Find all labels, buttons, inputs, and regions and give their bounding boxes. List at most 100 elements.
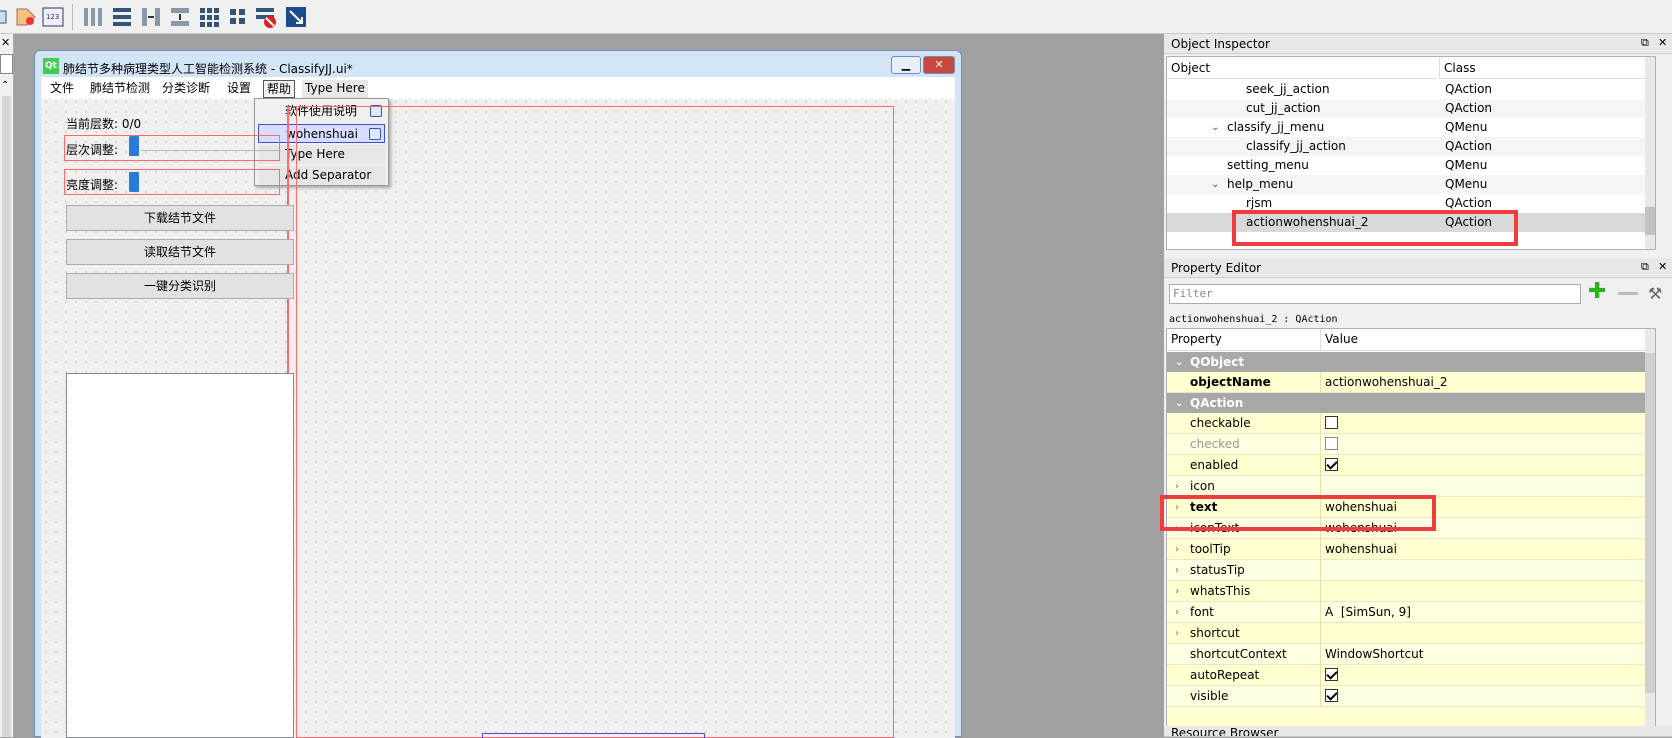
property-value[interactable]: wohenshuai (1320, 539, 1397, 560)
brightness-slider[interactable] (129, 172, 139, 192)
checkable-checkbox[interactable] (1325, 416, 1338, 429)
dock-filter-input[interactable] (0, 54, 13, 74)
property-row[interactable]: checked (1167, 434, 1655, 455)
close-button[interactable]: ✕ (923, 56, 955, 74)
property-row[interactable]: enabled (1167, 455, 1655, 476)
minimize-button[interactable]: ▁ (891, 56, 921, 74)
property-value[interactable] (1320, 476, 1325, 497)
property-value[interactable] (1320, 623, 1325, 644)
tree-row[interactable]: classify_jj_action QAction (1167, 137, 1655, 156)
property-value[interactable] (1320, 434, 1338, 455)
property-name: font (1190, 605, 1214, 619)
selected-widget-outline[interactable] (482, 733, 705, 738)
layout-vertical-icon[interactable] (110, 5, 134, 29)
property-value[interactable]: WindowShortcut (1320, 644, 1423, 665)
property-row-partial[interactable] (1167, 707, 1655, 728)
close-icon[interactable]: ✕ (1, 36, 10, 49)
chevron-right-icon[interactable]: › (1175, 476, 1179, 497)
object-column-header[interactable]: Object (1167, 57, 1437, 79)
group-row-qobject[interactable]: ⌄ QObject (1167, 352, 1655, 373)
property-value[interactable] (1320, 686, 1338, 707)
layout-vertical-splitter-icon[interactable] (168, 5, 192, 29)
chevron-down-icon[interactable]: ⌄ (1211, 175, 1219, 194)
property-table[interactable]: Property Value ⌄ QObject objectName action… (1166, 328, 1656, 737)
menu-settings[interactable]: 设置 (224, 80, 254, 98)
autorepeat-checkbox[interactable] (1325, 668, 1338, 681)
class-column-header[interactable]: Class (1439, 57, 1655, 79)
layout-grid-icon[interactable] (197, 5, 221, 29)
add-dynamic-property-icon[interactable]: ✚ (1588, 281, 1606, 303)
property-value[interactable] (1320, 455, 1338, 476)
checked-checkbox[interactable] (1325, 437, 1338, 450)
tree-row[interactable]: ⌄ help_menu QMenu (1167, 175, 1655, 194)
visible-checkbox[interactable] (1325, 689, 1338, 702)
property-value[interactable]: actionwohenshuai_2 (1320, 372, 1447, 393)
chevron-right-icon[interactable]: › (1175, 539, 1179, 560)
property-row[interactable]: shortcutContext WindowShortcut (1167, 644, 1655, 665)
tree-row[interactable]: setting_menu QMenu (1167, 156, 1655, 175)
adjust-size-icon[interactable] (284, 5, 308, 29)
property-value[interactable] (1320, 665, 1338, 686)
configure-icon[interactable]: ⚒ (1648, 284, 1662, 303)
property-row[interactable]: › shortcut (1167, 623, 1655, 644)
float-icon[interactable]: ⧉ (1641, 36, 1649, 50)
window-titlebar[interactable]: Qt 肺结节多种病理类型人工智能检测系统 - ClassifyJJ.ui* ▁ … (35, 51, 961, 77)
value-column-header[interactable]: Value (1320, 329, 1358, 351)
property-row[interactable]: autoRepeat (1167, 665, 1655, 686)
tree-row[interactable]: cut_jj_action QAction (1167, 99, 1655, 118)
chevron-right-icon[interactable]: › (1175, 623, 1179, 644)
edit-buddies-icon[interactable]: 123 (42, 5, 66, 29)
tree-row[interactable]: seek_jj_action QAction (1167, 80, 1655, 99)
property-value[interactable]: A [SimSun, 9] (1320, 602, 1411, 623)
property-row[interactable]: › toolTip wohenshuai (1167, 539, 1655, 560)
menu-classify[interactable]: 分类诊断 (159, 80, 213, 98)
property-row[interactable]: objectName actionwohenshuai_2 (1167, 372, 1655, 393)
menu-type-here[interactable]: Type Here (302, 80, 368, 98)
break-layout-icon[interactable] (254, 5, 278, 29)
float-icon[interactable]: ⧉ (1641, 260, 1649, 274)
chevron-up-icon[interactable]: ⌃ (1, 80, 9, 91)
chevron-down-icon[interactable]: ⌄ (1211, 118, 1219, 137)
result-list[interactable] (66, 373, 294, 738)
classify-button[interactable]: 一键分类识别 (66, 273, 294, 299)
close-icon[interactable]: ✕ (1658, 260, 1667, 273)
layout-horizontal-icon[interactable] (81, 5, 105, 29)
property-value[interactable] (1320, 413, 1338, 434)
form-window[interactable]: Qt 肺结节多种病理类型人工智能检测系统 - ClassifyJJ.ui* ▁ … (34, 50, 962, 738)
property-value[interactable] (1320, 581, 1325, 602)
property-column-header[interactable]: Property (1171, 329, 1222, 350)
tree-scrollbar[interactable] (1645, 57, 1655, 249)
remove-property-icon[interactable] (1618, 292, 1638, 295)
layer-slider[interactable] (129, 136, 139, 156)
download-nodule-button[interactable]: 下载结节文件 (66, 205, 294, 231)
form-canvas[interactable]: 文件 肺结节检测 分类诊断 设置 帮助 Type Here 软件使用说明 woh… (41, 77, 955, 738)
menu-file[interactable]: 文件 (47, 80, 77, 98)
chevron-down-icon[interactable]: ⌄ (1175, 352, 1183, 373)
read-nodule-button[interactable]: 读取结节文件 (66, 239, 294, 265)
chevron-right-icon[interactable]: › (1175, 602, 1179, 623)
object-class: QAction (1445, 101, 1493, 115)
property-row[interactable]: › icon (1167, 476, 1655, 497)
property-scrollbar[interactable] (1645, 329, 1655, 736)
property-row[interactable]: checkable (1167, 413, 1655, 434)
dock-scrollbar[interactable] (2, 96, 11, 737)
property-row[interactable]: › font A [SimSun, 9] (1167, 602, 1655, 623)
property-row[interactable]: › statusTip (1167, 560, 1655, 581)
group-row-qaction[interactable]: ⌄ QAction (1167, 393, 1655, 414)
tree-row[interactable]: ⌄ classify_jj_menu QMenu (1167, 118, 1655, 137)
enabled-checkbox[interactable] (1325, 458, 1338, 471)
layout-form-icon[interactable] (226, 5, 250, 29)
menu-help[interactable]: 帮助 (263, 80, 296, 98)
chevron-right-icon[interactable]: › (1175, 581, 1179, 602)
menu-nodule-detect[interactable]: 肺结节检测 (87, 80, 153, 98)
property-filter-input[interactable]: Filter (1169, 284, 1581, 304)
layout-horizontal-splitter-icon[interactable] (139, 5, 163, 29)
property-row[interactable]: visible (1167, 686, 1655, 707)
property-value[interactable] (1320, 560, 1325, 581)
object-class: QAction (1445, 139, 1493, 153)
chevron-right-icon[interactable]: › (1175, 560, 1179, 581)
close-icon[interactable]: ✕ (1658, 36, 1667, 49)
property-row[interactable]: › whatsThis (1167, 581, 1655, 602)
edit-signals-icon[interactable] (14, 5, 38, 29)
chevron-down-icon[interactable]: ⌄ (1175, 393, 1183, 414)
